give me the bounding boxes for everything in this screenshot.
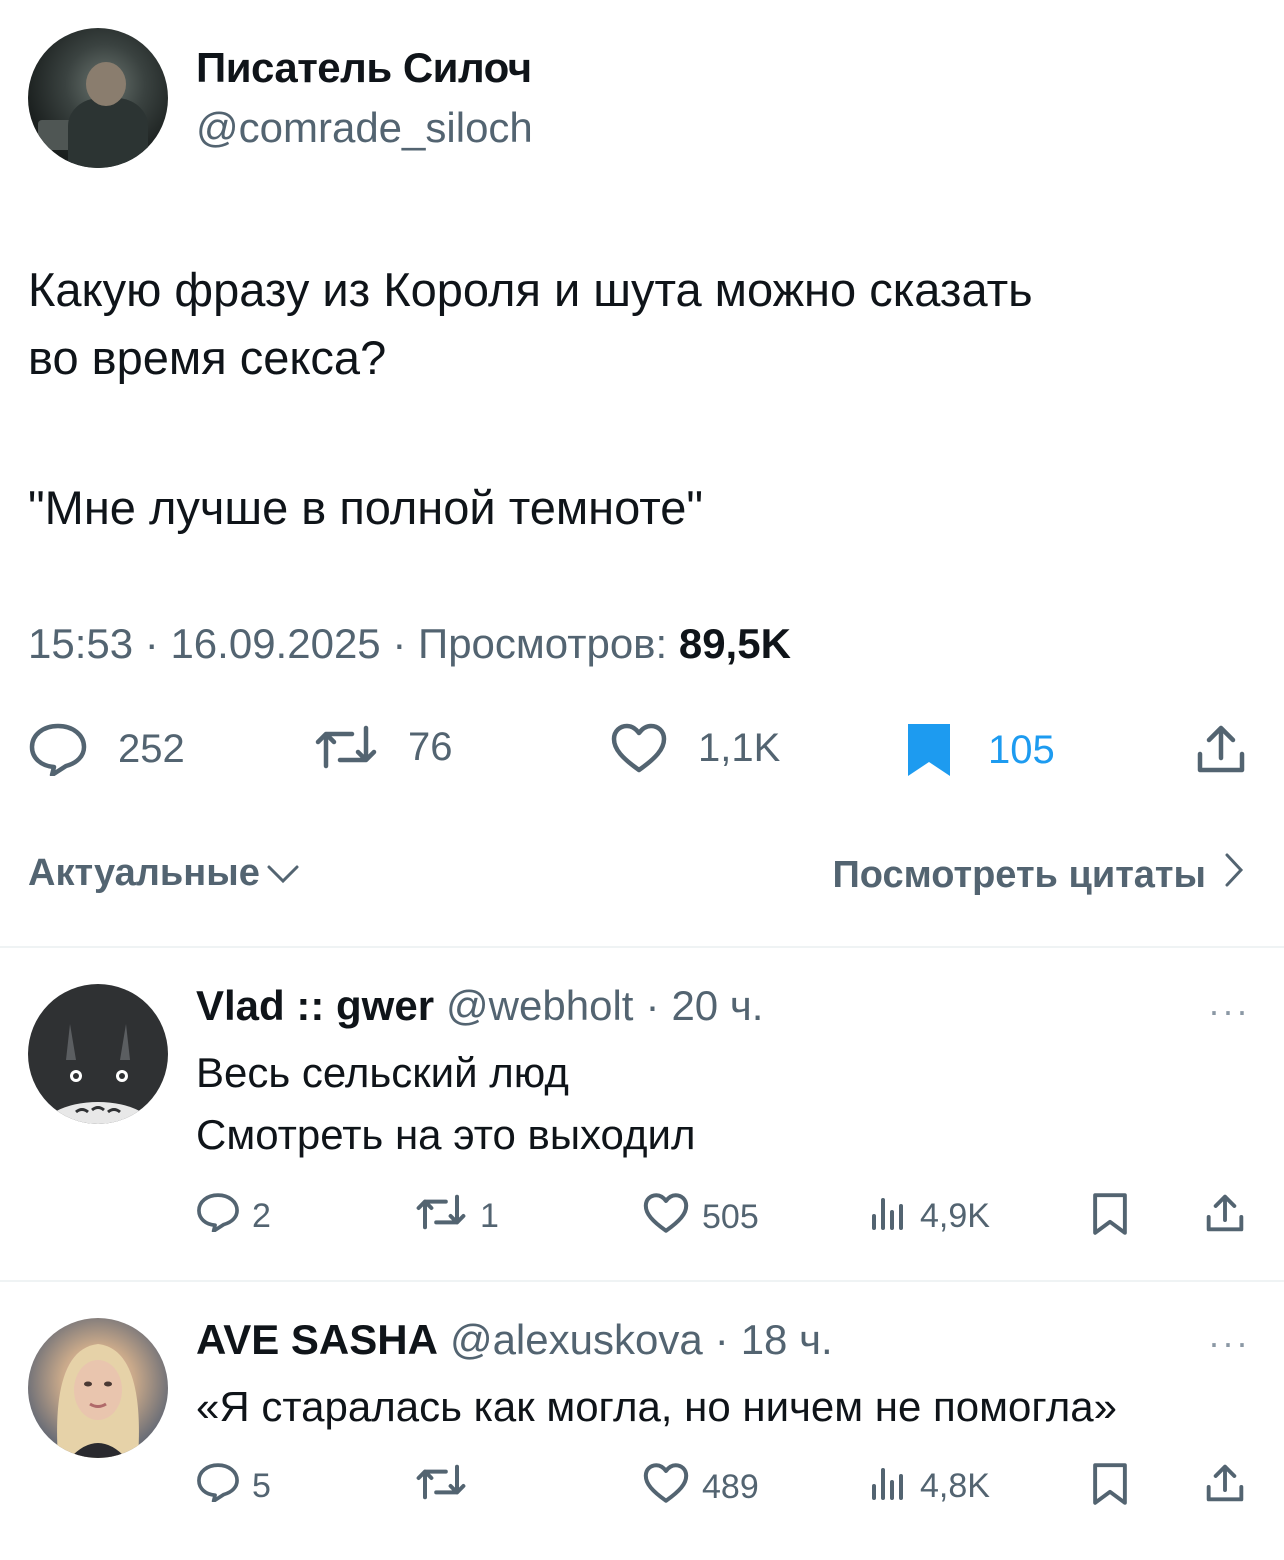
tweet-text-line: во время секса? xyxy=(28,331,387,384)
reply-separator: · xyxy=(714,1316,729,1363)
reply-header: Vlad :: gwer @webholt · 20 ч. xyxy=(196,982,763,1030)
reply-count: 252 xyxy=(118,726,185,771)
views-icon xyxy=(868,1192,908,1241)
repost-count: 1 xyxy=(480,1197,499,1235)
like-count: 1,1K xyxy=(698,725,781,770)
totoro-avatar-art xyxy=(41,1024,155,1124)
share-icon xyxy=(1204,1192,1246,1243)
views-icon xyxy=(868,1462,908,1511)
reply-time[interactable]: 20 ч. xyxy=(671,982,763,1030)
repost-icon xyxy=(414,1462,468,1511)
tweet-meta: 15:53 · 16.09.2025 · Просмотров: 89,5K xyxy=(28,620,791,668)
reply-icon xyxy=(196,1192,240,1241)
portrait-avatar-art xyxy=(57,1344,139,1458)
like-button[interactable]: 1,1K xyxy=(610,722,780,774)
like-icon xyxy=(642,1192,690,1243)
tweet-date[interactable]: 16.09.2025 xyxy=(170,620,380,667)
views-button[interactable]: 4,9K xyxy=(868,1192,990,1241)
chevron-down-icon xyxy=(266,852,300,895)
meta-separator: · xyxy=(144,620,159,667)
author-avatar[interactable] xyxy=(28,28,168,168)
avatar-head-shape xyxy=(86,62,126,106)
like-button[interactable]: 489 xyxy=(642,1462,759,1513)
bookmark-icon xyxy=(906,722,952,778)
tweet-text: Какую фразу из Короля и шута можно сказа… xyxy=(28,256,1258,392)
author-name[interactable]: Писатель Силоч xyxy=(196,44,532,92)
share-button[interactable] xyxy=(1204,1192,1246,1243)
bookmark-button[interactable] xyxy=(1092,1462,1128,1515)
tweet-quote-text: "Мне лучше в полной темноте" xyxy=(28,481,704,534)
reply-text-line: «Я старалась как могла, но ничем не помо… xyxy=(196,1383,1117,1430)
tweet-text-line: Какую фразу из Короля и шута можно сказа… xyxy=(28,263,1033,316)
reply-author-name[interactable]: Vlad :: gwer xyxy=(196,982,434,1030)
reply-icon xyxy=(196,1462,240,1511)
views-label: Просмотров: xyxy=(418,620,668,667)
divider xyxy=(0,1280,1284,1282)
bookmark-button[interactable] xyxy=(1092,1192,1128,1245)
reply-text-line: Весь сельский люд xyxy=(196,1049,569,1096)
reply-icon xyxy=(28,722,88,776)
reply-separator: · xyxy=(645,982,660,1029)
reply-button[interactable]: 2 xyxy=(196,1192,271,1241)
reply-text: Весь сельский люд Смотреть на это выходи… xyxy=(196,1042,695,1166)
like-icon xyxy=(642,1462,690,1513)
share-icon xyxy=(1194,722,1248,776)
reply-avatar[interactable] xyxy=(28,984,168,1124)
repost-count: 76 xyxy=(408,724,453,769)
repost-icon xyxy=(314,722,378,772)
avatar-body-shape xyxy=(68,98,148,168)
reply-time[interactable]: 18 ч. xyxy=(741,1316,833,1364)
more-icon[interactable]: ··· xyxy=(1208,990,1250,1032)
bookmark-icon xyxy=(1092,1192,1128,1245)
share-button[interactable] xyxy=(1194,722,1248,776)
bookmark-count: 105 xyxy=(988,727,1055,772)
divider xyxy=(0,946,1284,948)
views-count: 4,8K xyxy=(920,1467,990,1505)
like-count: 505 xyxy=(702,1198,759,1236)
chevron-right-icon xyxy=(1224,852,1244,898)
repost-button[interactable] xyxy=(414,1462,468,1511)
tweet-time[interactable]: 15:53 xyxy=(28,620,133,667)
sort-label: Актуальные xyxy=(28,852,260,894)
reply-avatar[interactable] xyxy=(28,1318,168,1458)
like-icon xyxy=(610,722,668,774)
reply-author-handle[interactable]: @webholt xyxy=(446,982,633,1030)
reply-header: AVE SASHA @alexuskova · 18 ч. xyxy=(196,1316,833,1364)
author-handle[interactable]: @comrade_siloch xyxy=(196,104,533,152)
reply-count: 2 xyxy=(252,1197,271,1235)
reply-text: «Я старалась как могла, но ничем не помо… xyxy=(196,1376,1117,1438)
sort-dropdown[interactable]: Актуальные xyxy=(28,852,300,895)
views-button[interactable]: 4,8K xyxy=(868,1462,990,1511)
reply-text-line: Смотреть на это выходил xyxy=(196,1111,696,1158)
reply-author-handle[interactable]: @alexuskova xyxy=(450,1316,703,1364)
view-quotes-label: Посмотреть цитаты xyxy=(832,853,1206,896)
repost-button[interactable]: 76 xyxy=(314,722,453,772)
reply-button[interactable]: 252 xyxy=(28,722,185,776)
reply-button[interactable]: 5 xyxy=(196,1462,271,1511)
repost-button[interactable]: 1 xyxy=(414,1192,499,1241)
reply-count: 5 xyxy=(252,1467,271,1505)
share-button[interactable] xyxy=(1204,1462,1246,1513)
views-count: 4,9K xyxy=(920,1197,990,1235)
like-count: 489 xyxy=(702,1468,759,1506)
share-icon xyxy=(1204,1462,1246,1513)
reply-author-name[interactable]: AVE SASHA xyxy=(196,1316,438,1364)
bookmark-button[interactable]: 105 xyxy=(906,722,1055,778)
bookmark-icon xyxy=(1092,1462,1128,1515)
more-icon[interactable]: ··· xyxy=(1208,1322,1250,1364)
meta-separator: · xyxy=(392,620,407,667)
view-quotes-link[interactable]: Посмотреть цитаты xyxy=(832,852,1244,898)
like-button[interactable]: 505 xyxy=(642,1192,759,1243)
repost-icon xyxy=(414,1192,468,1241)
views-count[interactable]: 89,5K xyxy=(679,620,791,667)
